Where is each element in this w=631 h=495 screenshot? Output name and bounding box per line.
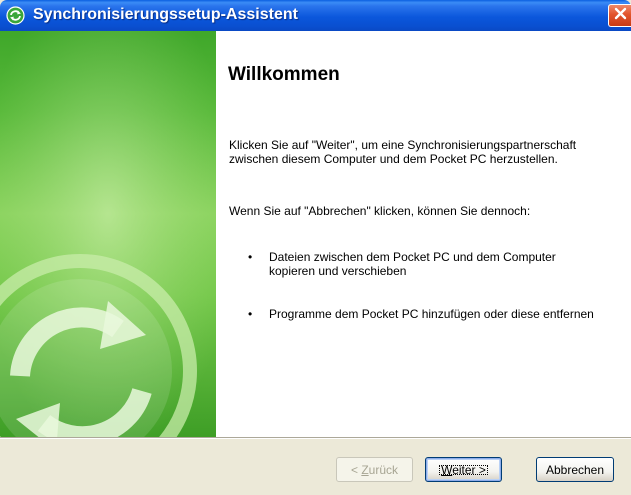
- sync-icon: [6, 6, 25, 25]
- cancel-button[interactable]: Abbrechen: [536, 457, 614, 482]
- intro-text: Klicken Sie auf "Weiter", um eine Synchr…: [229, 138, 577, 166]
- back-button[interactable]: < Zurück: [336, 457, 413, 482]
- cancel-note-text: Wenn Sie auf "Abbrechen" klicken, können…: [229, 204, 531, 218]
- close-icon: [614, 7, 627, 25]
- list-item-text: Dateien zwischen dem Pocket PC und dem C…: [269, 250, 556, 278]
- cancel-button-label: Abbrechen: [545, 462, 605, 477]
- page-title: Willkommen: [228, 64, 340, 85]
- window-title: Synchronisierungssetup-Assistent: [33, 6, 298, 23]
- bullet-icon: •: [248, 307, 253, 321]
- wizard-content: Willkommen Klicken Sie auf "Weiter", um …: [216, 31, 631, 437]
- bullet-icon: •: [248, 250, 253, 264]
- next-button-label: Weiter >: [435, 461, 492, 479]
- title-bar[interactable]: Synchronisierungssetup-Assistent: [0, 0, 631, 31]
- button-bar: < Zurück Weiter > Abbrechen: [0, 439, 631, 495]
- list-item-text: Programme dem Pocket PC hinzufügen oder …: [269, 307, 594, 321]
- sync-arrows-icon: [0, 31, 216, 437]
- back-button-label: < Zurück: [350, 462, 399, 477]
- wizard-window: Synchronisierungssetup-Assistent Willkom…: [0, 0, 631, 495]
- next-button[interactable]: Weiter >: [425, 457, 502, 482]
- wizard-side-panel: [0, 31, 216, 437]
- close-button[interactable]: [608, 4, 631, 27]
